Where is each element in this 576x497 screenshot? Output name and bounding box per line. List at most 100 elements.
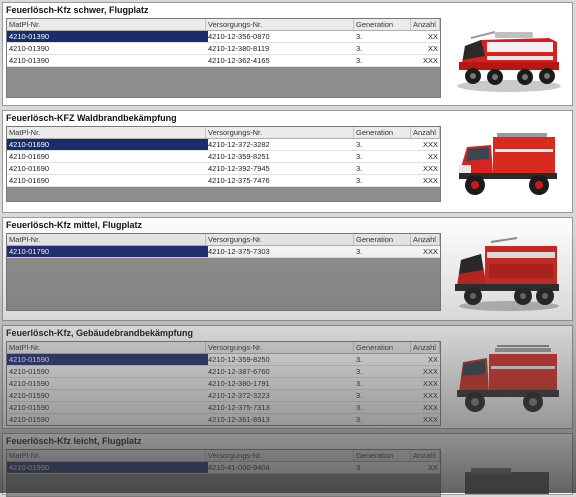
table-row[interactable]: 4210-01590 4210-12-375-7313 3. XXX <box>7 402 440 414</box>
table-row[interactable]: 4210-01590 4210-12-380-1791 3. XXX <box>7 378 440 390</box>
column-header-versorgung[interactable]: Versorgungs-Nr. <box>206 19 354 30</box>
cell-anzahl: XX <box>427 463 438 472</box>
column-header-versorgung[interactable]: Versorgungs-Nr. <box>206 234 354 245</box>
cell-anzahl: XXX <box>422 403 438 412</box>
table-row[interactable]: 4210-01690 4210-12-375-7476 3. XXX <box>7 175 440 187</box>
cell-versorgung: 4210-12-359-8251 <box>208 152 270 161</box>
panel-title: Feuerlösch-Kfz leicht, Flugplatz <box>6 436 142 446</box>
table-row[interactable]: 4210-01590 4210-12-359-8250 3. XX <box>7 354 440 366</box>
cell-versorgung: 4210-41-000-9404 <box>208 463 270 472</box>
cell-matpl: 4210-01590 <box>9 391 50 400</box>
column-header-matpl[interactable]: MatPl-Nr. <box>7 342 206 353</box>
table-row[interactable]: 4210-01390 4210-12-362-4165 3. XXX <box>7 55 440 67</box>
cell-generation: 3. <box>356 355 363 364</box>
table-row[interactable]: 4210-01590 4210-12-361-8913 3. XXX <box>7 414 440 425</box>
table-row[interactable]: 4210-01790 4210-12-375-7303 3. XXX <box>7 246 440 258</box>
cell-versorgung: 4210-12-380-8119 <box>208 44 270 53</box>
table-row[interactable]: 4210-01590 4210-12-387-6760 3. XXX <box>7 366 440 378</box>
cell-matpl: 4210-01690 <box>9 176 50 185</box>
column-header-generation[interactable]: Generation <box>354 234 411 245</box>
column-header-anzahl[interactable]: Anzahl <box>411 127 440 138</box>
column-header-versorgung[interactable]: Versorgungs-Nr. <box>206 342 354 353</box>
cell-matpl: 4210-01590 <box>9 367 50 376</box>
column-header-matpl[interactable]: MatPl-Nr. <box>7 450 206 461</box>
cell-matpl: 4210-01390 <box>9 56 50 65</box>
data-grid[interactable]: MatPl-Nr. Versorgungs-Nr. Generation Anz… <box>6 233 441 311</box>
panel-title: Feuerlösch-Kfz schwer, Flugplatz <box>6 5 149 15</box>
column-header-anzahl[interactable]: Anzahl <box>411 19 440 30</box>
cell-generation: 3. <box>356 403 363 412</box>
data-grid[interactable]: MatPl-Nr. Versorgungs-Nr. Generation Anz… <box>6 18 441 98</box>
cell-generation: 3. <box>356 367 363 376</box>
cell-matpl: 4210-01590 <box>9 415 50 424</box>
vehicle-panel-gebaeudebrand: Feuerlösch-Kfz, Gebäudebrandbekämpfung M… <box>2 325 573 429</box>
grid-header: MatPl-Nr. Versorgungs-Nr. Generation Anz… <box>7 19 440 31</box>
cell-anzahl: XXX <box>422 176 438 185</box>
forest-fire-truck-image <box>459 133 557 195</box>
table-row[interactable]: 4210-01390 4210-12-356-0870 3. XX <box>7 31 440 43</box>
column-header-matpl[interactable]: MatPl-Nr. <box>7 19 206 30</box>
cell-generation: 3. <box>356 56 363 65</box>
column-header-generation[interactable]: Generation <box>354 127 411 138</box>
column-header-anzahl[interactable]: Anzahl <box>411 450 440 461</box>
table-row[interactable]: 4210-01690 4210-12-372-3282 3. XXX <box>7 139 440 151</box>
data-grid[interactable]: MatPl-Nr. Versorgungs-Nr. Generation Anz… <box>6 126 441 202</box>
grid-header: MatPl-Nr. Versorgungs-Nr. Generation Anz… <box>7 450 440 462</box>
panel-title: Feuerlösch-KFZ Waldbrandbekämpfung <box>6 113 177 123</box>
cell-matpl: 4210-01990 <box>7 462 208 473</box>
cell-matpl: 4210-01590 <box>9 379 50 388</box>
column-header-versorgung[interactable]: Versorgungs-Nr. <box>206 127 354 138</box>
column-header-versorgung[interactable]: Versorgungs-Nr. <box>206 450 354 461</box>
cell-anzahl: XXX <box>422 367 438 376</box>
table-row[interactable]: 4210-01390 4210-12-380-8119 3. XX <box>7 43 440 55</box>
grid-header: MatPl-Nr. Versorgungs-Nr. Generation Anz… <box>7 342 440 354</box>
panel-title: Feuerlösch-Kfz, Gebäudebrandbekämpfung <box>6 328 194 338</box>
cell-anzahl: XXX <box>422 247 438 256</box>
cell-generation: 3. <box>356 152 363 161</box>
cell-matpl: 4210-01690 <box>7 139 208 150</box>
cell-versorgung: 4210-12-372-3223 <box>208 391 270 400</box>
table-row[interactable]: 4210-01990 4210-41-000-9404 3. XX <box>7 462 440 474</box>
table-row[interactable]: 4210-01690 4210-12-359-8251 3. XX <box>7 151 440 163</box>
column-header-anzahl[interactable]: Anzahl <box>411 342 440 353</box>
column-header-generation[interactable]: Generation <box>354 19 411 30</box>
cell-anzahl: XXX <box>422 56 438 65</box>
cell-anzahl: XXX <box>422 415 438 424</box>
cell-versorgung: 4210-12-356-0870 <box>208 32 270 41</box>
cell-anzahl: XXX <box>422 140 438 149</box>
cell-generation: 3. <box>356 164 363 173</box>
cell-matpl: 4210-01790 <box>7 246 208 257</box>
cell-generation: 3. <box>356 463 363 472</box>
data-grid[interactable]: MatPl-Nr. Versorgungs-Nr. Generation Anz… <box>6 341 441 426</box>
cell-matpl: 4210-01390 <box>9 44 50 53</box>
data-grid[interactable]: MatPl-Nr. Versorgungs-Nr. Generation Anz… <box>6 449 441 497</box>
light-airport-fire-truck-image <box>465 468 549 494</box>
cell-versorgung: 4210-12-372-3282 <box>208 140 270 149</box>
table-row[interactable]: 4210-01590 4210-12-372-3223 3. XXX <box>7 390 440 402</box>
grid-header: MatPl-Nr. Versorgungs-Nr. Generation Anz… <box>7 127 440 139</box>
column-header-generation[interactable]: Generation <box>354 450 411 461</box>
column-header-matpl[interactable]: MatPl-Nr. <box>7 234 206 245</box>
cell-versorgung: 4210-12-375-7476 <box>208 176 270 185</box>
cell-anzahl: XX <box>427 152 438 161</box>
cell-generation: 3. <box>356 247 363 256</box>
cell-matpl: 4210-01590 <box>9 403 50 412</box>
building-fire-truck-image <box>457 345 559 412</box>
vehicle-panel-flugplatz-mittel: Feuerlösch-Kfz mittel, Flugplatz MatPl-N… <box>2 217 573 321</box>
vehicle-panel-waldbrand: Feuerlösch-KFZ Waldbrandbekämpfung MatPl… <box>2 110 573 213</box>
column-header-matpl[interactable]: MatPl-Nr. <box>7 127 206 138</box>
cell-versorgung: 4210-12-387-6760 <box>208 367 270 376</box>
column-header-generation[interactable]: Generation <box>354 342 411 353</box>
cell-matpl: 4210-01390 <box>7 31 208 42</box>
vehicle-panel-flugplatz-leicht: Feuerlösch-Kfz leicht, Flugplatz MatPl-N… <box>2 433 573 497</box>
cell-anzahl: XX <box>427 355 438 364</box>
table-row[interactable]: 4210-01690 4210-12-392-7945 3. XXX <box>7 163 440 175</box>
cell-generation: 3. <box>356 415 363 424</box>
column-header-anzahl[interactable]: Anzahl <box>411 234 440 245</box>
cell-anzahl: XXX <box>422 391 438 400</box>
vehicle-panel-flugplatz-schwer: Feuerlösch-Kfz schwer, Flugplatz MatPl-N… <box>2 2 573 106</box>
cell-generation: 3. <box>356 140 363 149</box>
cell-matpl: 4210-01590 <box>7 354 208 365</box>
panel-title: Feuerlösch-Kfz mittel, Flugplatz <box>6 220 143 230</box>
airport-crash-tender-image <box>457 31 561 92</box>
